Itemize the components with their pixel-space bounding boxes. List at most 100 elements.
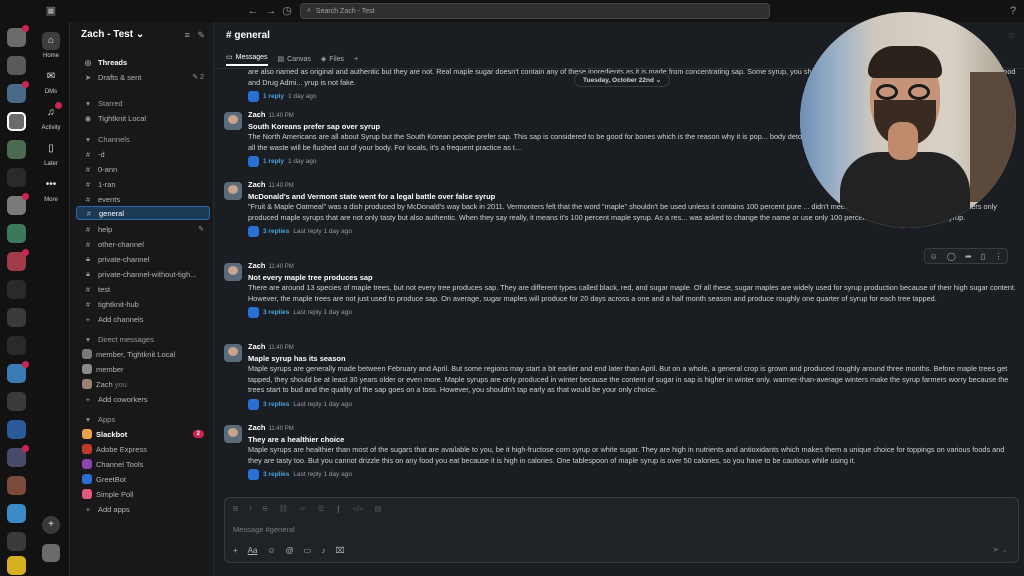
add-coworkers-button[interactable]: + Add coworkers [76, 392, 210, 406]
workspace-icon[interactable] [7, 81, 29, 103]
workspace-icon[interactable] [7, 168, 26, 187]
italic-icon[interactable]: I [249, 504, 251, 513]
message-time[interactable]: 11:40 PM [269, 426, 294, 432]
forward-icon[interactable]: → [264, 4, 278, 18]
channel-item[interactable]: # test [76, 282, 210, 296]
thread-summary[interactable]: 3 replies Last reply 1 day ago [248, 398, 1018, 410]
message-author[interactable]: Zach [248, 261, 266, 270]
avatar[interactable] [224, 263, 242, 281]
message-author[interactable]: Zach [248, 180, 266, 189]
add-channels-button[interactable]: + Add channels [76, 312, 210, 326]
app-item-slackbot[interactable]: Slackbot 2 [76, 427, 210, 441]
workspace-icon[interactable] [7, 224, 26, 243]
mention-icon[interactable]: @ [286, 546, 294, 555]
message-time[interactable]: 11:40 PM [269, 264, 294, 270]
channel-item[interactable]: #0-ann [76, 162, 210, 176]
channel-title[interactable]: # general [226, 30, 270, 41]
forward-icon[interactable]: ➦ [965, 252, 972, 261]
compose-icon[interactable]: ✎ [197, 30, 205, 40]
channel-item[interactable]: # other-channel [76, 237, 210, 251]
message-author[interactable]: Zach [248, 110, 266, 119]
strikethrough-icon[interactable]: S [263, 504, 268, 513]
reply-count[interactable]: 1 reply [263, 158, 284, 165]
channel-item[interactable]: # help ✎ [76, 222, 210, 236]
bullet-list-icon[interactable]: ☰ [318, 504, 325, 513]
thread-summary[interactable]: 3 replies Last reply 1 day ago [248, 469, 1018, 480]
save-icon[interactable]: ▯ [981, 252, 985, 261]
tab-messages[interactable]: ▭ Messages [226, 52, 268, 66]
reply-count[interactable]: 3 replies [263, 401, 289, 408]
history-icon[interactable]: ◷ [280, 4, 294, 18]
workspace-icon[interactable] [7, 476, 26, 495]
app-item[interactable]: Adobe Express [76, 442, 210, 456]
nav-later[interactable]: ▯ Later [33, 140, 69, 167]
avatar[interactable] [224, 112, 242, 130]
avatar[interactable] [224, 425, 242, 443]
channel-item[interactable]: # -d [76, 147, 210, 161]
nav-dms[interactable]: ✉ DMs [33, 68, 69, 95]
dm-item[interactable]: member, Tightknit Local [76, 347, 210, 361]
message-author[interactable]: Zach [248, 423, 266, 432]
edit-icon[interactable]: ✎ [198, 225, 204, 233]
message-time[interactable]: 11:40 PM [269, 183, 294, 189]
app-item[interactable]: GreetBot [76, 472, 210, 486]
blockquote-icon[interactable]: ❙ [335, 504, 341, 513]
workspace-icon-current[interactable] [7, 112, 26, 131]
reply-count[interactable]: 1 reply [263, 93, 284, 100]
tab-canvas[interactable]: ▤ Canvas [278, 52, 311, 66]
avatar[interactable] [224, 344, 242, 362]
workspace-icon[interactable] [7, 504, 26, 523]
channel-item[interactable]: 🔒︎ private-channel [76, 252, 210, 266]
link-icon[interactable]: ⛓ [279, 504, 289, 513]
code-block-icon[interactable]: ▤ [374, 504, 381, 513]
tab-files[interactable]: ◈ Files [321, 52, 344, 66]
bold-icon[interactable]: B [233, 504, 238, 513]
channel-item-general[interactable]: # general [76, 206, 210, 220]
workspace-icon[interactable] [7, 420, 26, 439]
channel-item[interactable]: # tightknit-hub [76, 297, 210, 311]
message-time[interactable]: 11:40 PM [269, 345, 294, 351]
filter-icon[interactable]: ≡ [185, 30, 190, 40]
message-author[interactable]: Zach [248, 342, 266, 351]
section-channels[interactable]: ▾ Channels [76, 132, 210, 146]
search-input[interactable]: ⌕ Search Zach - Test [300, 3, 770, 19]
dm-item[interactable]: member [76, 362, 210, 376]
more-actions-icon[interactable]: ⋮ [994, 252, 1002, 261]
nav-home[interactable]: ⌂ Home [33, 32, 69, 59]
video-icon[interactable]: ▭ [304, 546, 312, 555]
sidebar-toggle-icon[interactable]: ▣ [44, 4, 58, 18]
sidebar-item-tightknit-local[interactable]: ◉ Tightknit Local [76, 111, 210, 125]
send-button[interactable]: ➤ ⌄ [992, 545, 1008, 554]
workspace-icon[interactable] [7, 25, 29, 47]
avatar[interactable] [224, 182, 242, 200]
thread-summary[interactable]: 3 replies Last reply 1 day ago [248, 307, 1018, 318]
sidebar-item-drafts[interactable]: ➤ Drafts & sent ✎ 2 [76, 70, 210, 84]
text-format-icon[interactable]: Aa [248, 546, 258, 555]
workspace-name[interactable]: Zach - Test ⌄ [81, 29, 144, 40]
reply-count[interactable]: 3 replies [263, 309, 289, 316]
section-direct-messages[interactable]: ▾ Direct messages [76, 332, 210, 346]
app-item[interactable]: Channel Tools [76, 457, 210, 471]
workspace-icon[interactable] [7, 392, 26, 411]
workspace-icon[interactable] [7, 249, 29, 271]
plus-icon[interactable]: + [233, 546, 238, 555]
message-input[interactable]: Message #general [233, 525, 295, 534]
add-reaction-icon[interactable]: ☺ [930, 252, 938, 261]
nav-activity[interactable]: ♫ Activity [33, 102, 69, 131]
ordered-list-icon[interactable]: ≔ [299, 504, 307, 513]
workspace-icon[interactable] [7, 361, 29, 383]
reply-count[interactable]: 3 replies [263, 471, 289, 478]
app-item[interactable]: Simple Poll [76, 487, 210, 501]
workspace-icon[interactable] [7, 556, 26, 575]
dm-item[interactable]: Zach you [76, 377, 210, 391]
add-workspace-button[interactable]: + [33, 516, 69, 537]
workspace-icon[interactable] [7, 445, 29, 467]
section-starred[interactable]: ▾ Starred [76, 96, 210, 110]
sidebar-item-threads[interactable]: ◎ Threads [76, 55, 210, 69]
workspace-icon[interactable] [7, 336, 26, 355]
microphone-icon[interactable]: ♪ [321, 546, 325, 555]
channel-item[interactable]: 🔒︎ private-channel-without-tigh... [76, 267, 210, 281]
channel-item[interactable]: # events [76, 192, 210, 206]
code-icon[interactable]: </> [353, 504, 364, 513]
channel-item[interactable]: #1-ran [76, 177, 210, 191]
